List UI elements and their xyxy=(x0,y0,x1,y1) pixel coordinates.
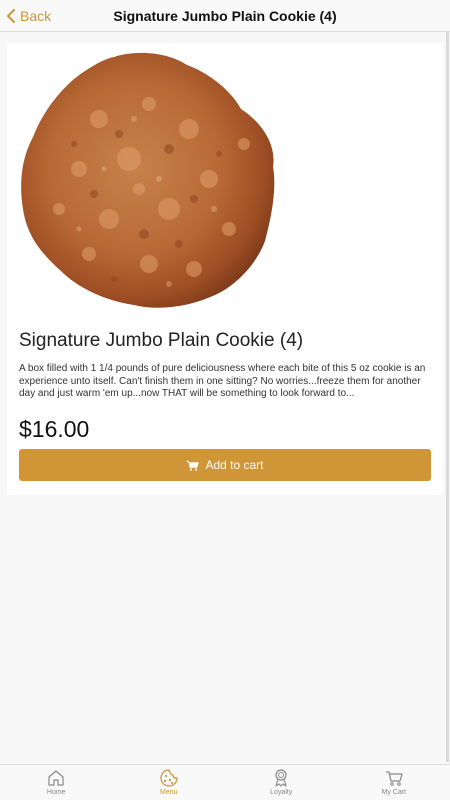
product-description: A box filled with 1 1/4 pounds of pure d… xyxy=(19,363,426,399)
product-name: Signature Jumbo Plain Cookie (4) xyxy=(19,330,304,351)
award-icon xyxy=(275,769,287,787)
bottom-tab-bar: Home Menu Loyalty My Cart xyxy=(0,764,450,800)
cookie-icon xyxy=(160,769,178,787)
cart-icon xyxy=(186,460,200,471)
top-bar: Back Signature Jumbo Plain Cookie (4) xyxy=(0,0,450,32)
product-card: Signature Jumbo Plain Cookie (4) A box f… xyxy=(7,43,443,495)
scrollbar[interactable] xyxy=(446,32,449,762)
add-to-cart-button[interactable]: Add to cart xyxy=(19,449,431,481)
tab-menu[interactable]: Menu xyxy=(113,765,226,800)
product-image xyxy=(21,52,275,308)
tab-label: Loyalty xyxy=(270,789,293,796)
home-icon xyxy=(48,770,64,786)
page-title: Signature Jumbo Plain Cookie (4) xyxy=(113,8,337,24)
tab-loyalty[interactable]: Loyalty xyxy=(225,765,338,800)
add-to-cart-label: Add to cart xyxy=(205,458,264,472)
tab-label: Home xyxy=(46,789,66,796)
cart-icon xyxy=(385,771,403,786)
tab-home[interactable]: Home xyxy=(0,765,113,800)
tab-my-cart[interactable]: My Cart xyxy=(338,765,450,800)
tab-label: Menu xyxy=(159,789,178,796)
tab-label: My Cart xyxy=(381,789,407,796)
product-price: $16.00 xyxy=(19,416,90,442)
